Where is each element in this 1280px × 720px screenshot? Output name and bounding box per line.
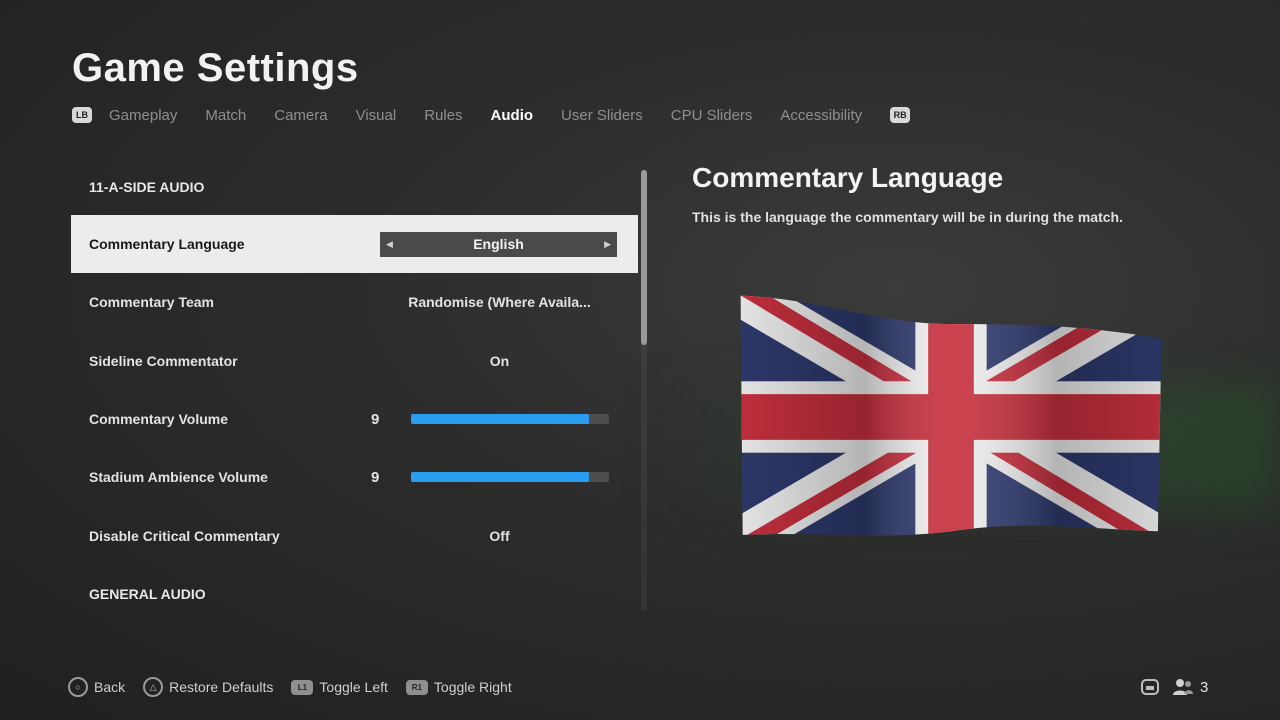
triangle-button-icon: △ bbox=[143, 677, 164, 697]
hint-label: Back bbox=[94, 679, 126, 695]
scrollbar-thumb[interactable] bbox=[641, 170, 647, 345]
selector-value: English bbox=[473, 236, 524, 252]
controller-icon bbox=[1141, 679, 1159, 695]
tab-visual[interactable]: Visual bbox=[356, 107, 397, 124]
section-header-11-a-side: 11-A-SIDE AUDIO bbox=[89, 179, 205, 195]
setting-commentary-team[interactable]: Commentary Team Randomise (Where Availa.… bbox=[71, 273, 638, 331]
players-icon bbox=[1173, 679, 1193, 695]
hint-label: Toggle Right bbox=[433, 679, 512, 695]
tab-audio[interactable]: Audio bbox=[491, 107, 534, 124]
toggle-right-hint[interactable]: R1 Toggle Right bbox=[405, 679, 512, 695]
setting-label: Disable Critical Commentary bbox=[89, 528, 280, 544]
toggle-left-hint[interactable]: L1 Toggle Left bbox=[291, 679, 388, 695]
setting-sideline-commentator[interactable]: Sideline Commentator On bbox=[71, 332, 638, 390]
tab-gameplay[interactable]: Gameplay bbox=[109, 107, 177, 124]
tab-bar: LB Gameplay Match Camera Visual Rules Au… bbox=[72, 104, 911, 126]
player-count: 3 bbox=[1200, 678, 1209, 696]
slider-fill bbox=[411, 414, 590, 424]
setting-value: On bbox=[489, 353, 510, 369]
footer-hints: ○ Back △ Restore Defaults L1 Toggle Left… bbox=[68, 676, 530, 698]
r1-bumper-icon: R1 bbox=[405, 679, 428, 695]
setting-label: Commentary Language bbox=[89, 236, 245, 252]
setting-label: Stadium Ambience Volume bbox=[89, 469, 268, 485]
back-hint[interactable]: ○ Back bbox=[68, 677, 125, 697]
circle-button-icon: ○ bbox=[68, 677, 88, 697]
detail-title: Commentary Language bbox=[692, 162, 1004, 193]
hint-label: Toggle Left bbox=[319, 679, 388, 695]
l1-bumper-icon: L1 bbox=[291, 679, 314, 695]
tab-camera[interactable]: Camera bbox=[274, 107, 327, 124]
tab-cpu-sliders[interactable]: CPU Sliders bbox=[671, 107, 753, 124]
setting-label: Commentary Volume bbox=[89, 411, 228, 427]
language-selector[interactable]: ◀ English ▶ bbox=[380, 231, 617, 257]
tab-rules[interactable]: Rules bbox=[424, 107, 462, 124]
lb-bumper-icon[interactable]: LB bbox=[72, 107, 92, 123]
rb-bumper-icon[interactable]: RB bbox=[890, 107, 911, 123]
tab-match[interactable]: Match bbox=[205, 107, 246, 124]
commentary-volume-slider[interactable] bbox=[411, 414, 609, 424]
page-title: Game Settings bbox=[72, 46, 359, 90]
setting-disable-critical-commentary[interactable]: Disable Critical Commentary Off bbox=[71, 507, 638, 565]
setting-label: Commentary Team bbox=[89, 294, 215, 310]
arrow-right-icon[interactable]: ▶ bbox=[604, 239, 611, 250]
union-jack-flag-image bbox=[740, 295, 1162, 536]
stadium-volume-slider[interactable] bbox=[411, 472, 609, 482]
setting-commentary-volume[interactable]: Commentary Volume 9 bbox=[71, 390, 638, 448]
slider-value: 9 bbox=[371, 410, 380, 428]
setting-value: Off bbox=[489, 528, 510, 544]
setting-commentary-language[interactable]: Commentary Language ◀ English ▶ bbox=[71, 215, 638, 273]
setting-label: Sideline Commentator bbox=[89, 353, 238, 369]
detail-description: This is the language the commentary will… bbox=[692, 209, 1123, 225]
restore-defaults-hint[interactable]: △ Restore Defaults bbox=[143, 677, 273, 697]
tab-user-sliders[interactable]: User Sliders bbox=[561, 107, 643, 124]
arrow-left-icon[interactable]: ◀ bbox=[386, 239, 393, 250]
slider-fill bbox=[411, 472, 590, 482]
setting-value: Randomise (Where Availa... bbox=[408, 294, 591, 310]
section-header-general-audio: GENERAL AUDIO bbox=[89, 586, 206, 602]
setting-stadium-ambience-volume[interactable]: Stadium Ambience Volume 9 bbox=[71, 448, 638, 506]
tab-accessibility[interactable]: Accessibility bbox=[780, 107, 862, 124]
slider-value: 9 bbox=[371, 468, 380, 486]
hint-label: Restore Defaults bbox=[169, 679, 274, 695]
footer-status: 3 bbox=[1140, 676, 1208, 698]
